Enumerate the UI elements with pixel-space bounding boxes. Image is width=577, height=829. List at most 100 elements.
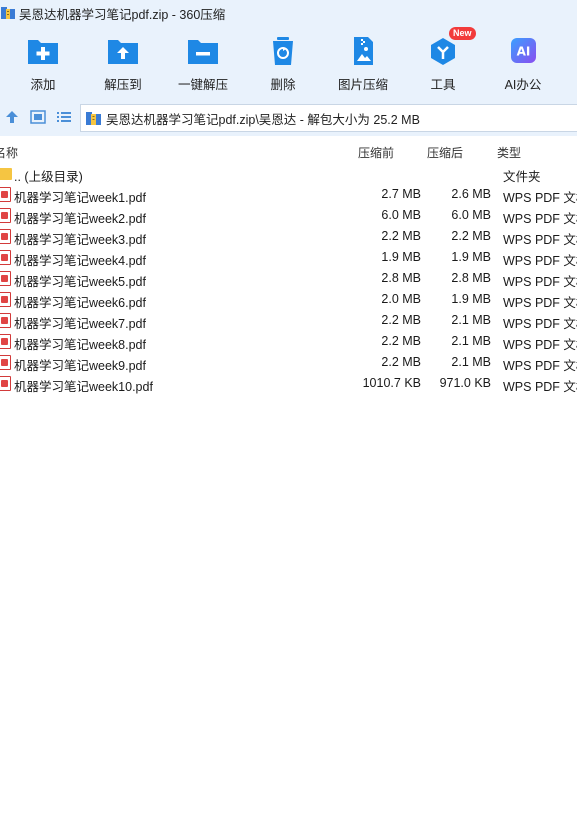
file-type: WPS PDF 文档: [503, 380, 577, 394]
title-bar: 吴恩达机器学习笔记pdf.zip - 360压缩: [0, 0, 577, 26]
file-packed-size: 2.2 MB: [381, 229, 421, 243]
up-arrow-icon[interactable]: [3, 108, 21, 126]
file-name: 机器学习笔记week9.pdf: [14, 359, 146, 373]
column-type[interactable]: 类型: [497, 144, 521, 161]
tools-cube-icon: [427, 36, 459, 66]
file-packed-size: 2.0 MB: [381, 292, 421, 306]
column-packed[interactable]: 压缩前: [358, 144, 394, 161]
list-item-parent[interactable]: .. (上级目录) 文件夹: [0, 163, 577, 184]
list-item[interactable]: 机器学习笔记week1.pdf 2.7 MB 2.6 MB WPS PDF 文档: [0, 184, 577, 205]
file-packed-size: 6.0 MB: [381, 208, 421, 222]
extract-folder-icon: [107, 36, 139, 66]
zip-app-icon: [1, 6, 15, 20]
file-type: WPS PDF 文档: [503, 359, 577, 373]
file-compressed-size: 1.9 MB: [451, 292, 491, 306]
file-name: 机器学习笔记week4.pdf: [14, 254, 146, 268]
new-badge: New: [449, 27, 476, 40]
file-compressed-size: 971.0 KB: [439, 376, 491, 390]
delete-label: 删除: [270, 78, 296, 92]
file-packed-size: 2.2 MB: [381, 334, 421, 348]
pdf-file-icon: [0, 229, 11, 244]
list-item[interactable]: 机器学习笔记week2.pdf 6.0 MB 6.0 MB WPS PDF 文档: [0, 205, 577, 226]
ai-office-label: AI办公: [504, 78, 542, 92]
file-compressed-size: 1.9 MB: [451, 250, 491, 264]
file-type: WPS PDF 文档: [503, 275, 577, 289]
pdf-file-icon: [0, 271, 11, 286]
file-list-header: 名称 压缩前 压缩后 类型: [0, 140, 577, 162]
list-item[interactable]: 机器学习笔记week7.pdf 2.2 MB 2.1 MB WPS PDF 文档: [0, 310, 577, 331]
file-compressed-size: 2.8 MB: [451, 271, 491, 285]
tools-button[interactable]: New 工具: [403, 26, 483, 100]
file-type: WPS PDF 文档: [503, 191, 577, 205]
pdf-file-icon: [0, 292, 11, 307]
quick-extract-button[interactable]: 一键解压: [163, 26, 243, 100]
zip-archive-icon: [86, 111, 101, 126]
file-packed-size: 2.8 MB: [381, 271, 421, 285]
extract-to-label: 解压到: [104, 78, 142, 92]
list-item[interactable]: 机器学习笔记week6.pdf 2.0 MB 1.9 MB WPS PDF 文档: [0, 289, 577, 310]
file-type: WPS PDF 文档: [503, 296, 577, 310]
column-size[interactable]: 压缩后: [427, 144, 463, 161]
pdf-file-icon: [0, 334, 11, 349]
file-type: WPS PDF 文档: [503, 212, 577, 226]
address-bar: 吴恩达机器学习笔记pdf.zip\吴恩达 - 解包大小为 25.2 MB: [0, 100, 577, 136]
file-compressed-size: 2.6 MB: [451, 187, 491, 201]
pdf-file-icon: [0, 376, 11, 391]
list-item[interactable]: 机器学习笔记week10.pdf 1010.7 KB 971.0 KB WPS …: [0, 373, 577, 394]
file-type: WPS PDF 文档: [503, 233, 577, 247]
file-name: 机器学习笔记week2.pdf: [14, 212, 146, 226]
ai-office-icon: AI: [507, 36, 539, 66]
quick-extract-icon: [187, 36, 219, 66]
list-item[interactable]: 机器学习笔记week5.pdf 2.8 MB 2.8 MB WPS PDF 文档: [0, 268, 577, 289]
image-compress-button[interactable]: 图片压缩: [323, 26, 403, 100]
pdf-file-icon: [0, 187, 11, 202]
column-name[interactable]: 名称: [0, 144, 18, 161]
extract-to-button[interactable]: 解压到: [83, 26, 163, 100]
file-type: 文件夹: [503, 170, 541, 184]
tools-label: 工具: [430, 78, 456, 92]
add-button[interactable]: 添加: [3, 26, 83, 100]
quick-extract-label: 一键解压: [177, 78, 228, 92]
window-title: 吴恩达机器学习笔记pdf.zip - 360压缩: [19, 7, 226, 22]
list-item[interactable]: 机器学习笔记week9.pdf 2.2 MB 2.1 MB WPS PDF 文档: [0, 352, 577, 373]
toolbar: 添加 解压到 一键解压 删除 图片压缩 New 工具 AI AI办公: [0, 26, 577, 100]
file-packed-size: 2.7 MB: [381, 187, 421, 201]
file-name: 机器学习笔记week8.pdf: [14, 338, 146, 352]
list-item[interactable]: 机器学习笔记week3.pdf 2.2 MB 2.2 MB WPS PDF 文档: [0, 226, 577, 247]
thumbnail-view-icon[interactable]: [29, 108, 47, 126]
add-label: 添加: [30, 78, 56, 92]
image-compress-icon: [347, 36, 379, 66]
image-compress-label: 图片压缩: [337, 78, 388, 92]
file-packed-size: 1010.7 KB: [362, 376, 421, 390]
file-compressed-size: 2.2 MB: [451, 229, 491, 243]
trash-icon: [267, 36, 299, 66]
folder-icon: [0, 168, 12, 180]
file-name: 机器学习笔记week10.pdf: [14, 380, 153, 394]
file-type: WPS PDF 文档: [503, 338, 577, 352]
file-type: WPS PDF 文档: [503, 254, 577, 268]
file-name: .. (上级目录): [14, 170, 83, 184]
file-packed-size: 1.9 MB: [381, 250, 421, 264]
list-item[interactable]: 机器学习笔记week4.pdf 1.9 MB 1.9 MB WPS PDF 文档: [0, 247, 577, 268]
file-packed-size: 2.2 MB: [381, 355, 421, 369]
pdf-file-icon: [0, 208, 11, 223]
file-type: WPS PDF 文档: [503, 317, 577, 331]
pdf-file-icon: [0, 355, 11, 370]
list-view-icon[interactable]: [55, 108, 73, 126]
file-name: 机器学习笔记week3.pdf: [14, 233, 146, 247]
file-list: .. (上级目录) 文件夹 机器学习笔记week1.pdf 2.7 MB 2.6…: [0, 163, 577, 394]
list-item[interactable]: 机器学习笔记week8.pdf 2.2 MB 2.1 MB WPS PDF 文档: [0, 331, 577, 352]
address-field[interactable]: 吴恩达机器学习笔记pdf.zip\吴恩达 - 解包大小为 25.2 MB: [80, 104, 577, 132]
add-folder-icon: [27, 36, 59, 66]
file-compressed-size: 6.0 MB: [451, 208, 491, 222]
file-compressed-size: 2.1 MB: [451, 334, 491, 348]
delete-button[interactable]: 删除: [243, 26, 323, 100]
ai-office-button[interactable]: AI AI办公: [483, 26, 563, 100]
svg-text:AI: AI: [517, 45, 531, 59]
address-path: 吴恩达机器学习笔记pdf.zip\吴恩达 - 解包大小为 25.2 MB: [106, 112, 420, 127]
file-packed-size: 2.2 MB: [381, 313, 421, 327]
file-name: 机器学习笔记week6.pdf: [14, 296, 146, 310]
file-name: 机器学习笔记week1.pdf: [14, 191, 146, 205]
file-compressed-size: 2.1 MB: [451, 355, 491, 369]
file-name: 机器学习笔记week5.pdf: [14, 275, 146, 289]
